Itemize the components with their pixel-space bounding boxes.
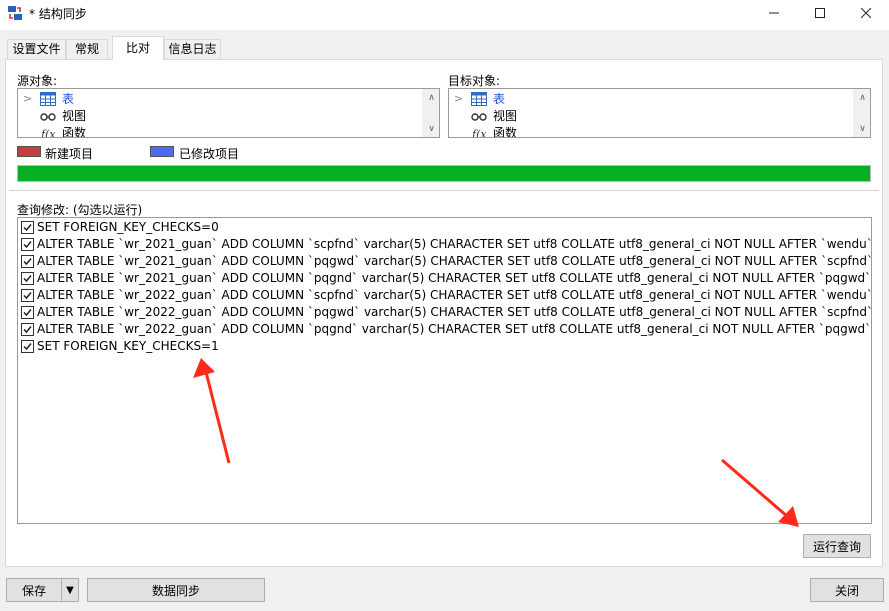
query-statement-list[interactable]: SET FOREIGN_KEY_CHECKS=0 ALTER TABLE `wr… [17,217,872,524]
query-row[interactable]: ALTER TABLE `wr_2021_guan` ADD COLUMN `p… [20,253,872,270]
title-bar: * 结构同步 [0,0,889,30]
source-item-tables[interactable]: > 表 [18,90,439,108]
checkmark-icon [23,326,32,334]
query-text: ALTER TABLE `wr_2022_guan` ADD COLUMN `p… [37,322,872,336]
save-button[interactable]: 保存 [6,578,62,602]
checkmark-icon [23,275,32,283]
source-item-functions[interactable]: f(x) 函数 [18,124,439,138]
query-checkbox[interactable] [21,272,34,285]
scroll-up-icon[interactable]: ∧ [423,89,439,106]
query-checkbox[interactable] [21,306,34,319]
target-item-views-label: 视图 [493,109,518,123]
tab-general[interactable]: 常规 [66,39,108,59]
query-checkbox[interactable] [21,289,34,302]
progress-bar [17,165,871,182]
view-icon [471,113,487,121]
target-item-functions[interactable]: f(x) 函数 [449,124,870,138]
checkmark-icon [23,292,32,300]
target-objects-label: 目标对象: [448,74,501,88]
tab-compare[interactable]: 比对 [112,36,164,60]
query-modify-label: 查询修改: (勾选以运行) [17,203,143,217]
source-objects-label: 源对象: [17,74,58,88]
structure-sync-app-icon [8,6,22,20]
minimize-button[interactable] [751,0,797,26]
query-checkbox[interactable] [21,323,34,336]
minimize-icon [769,12,779,14]
svg-text:f(x): f(x) [40,128,56,138]
maximize-button[interactable] [797,0,843,26]
source-item-views-label: 视图 [62,109,87,123]
query-row[interactable]: ALTER TABLE `wr_2021_guan` ADD COLUMN `s… [20,236,872,253]
source-item-functions-label: 函数 [62,126,87,138]
target-item-views[interactable]: 视图 [449,107,870,125]
new-item-legend-label: 新建项目 [45,147,94,161]
query-text: ALTER TABLE `wr_2021_guan` ADD COLUMN `p… [37,271,872,285]
scroll-down-icon[interactable]: ∨ [423,120,439,137]
source-scrollbar[interactable]: ∧ ∨ [422,89,439,137]
query-checkbox[interactable] [21,238,34,251]
checkmark-icon [23,309,32,317]
progress-fill [18,166,870,181]
svg-text:f(x): f(x) [471,128,487,138]
close-button[interactable]: 关闭 [810,578,884,602]
query-checkbox[interactable] [21,255,34,268]
query-row[interactable]: ALTER TABLE `wr_2022_guan` ADD COLUMN `p… [20,321,872,338]
checkmark-icon [23,258,32,266]
new-item-swatch [17,146,41,157]
query-text: SET FOREIGN_KEY_CHECKS=0 [37,220,219,234]
query-text: SET FOREIGN_KEY_CHECKS=1 [37,339,219,353]
query-checkbox[interactable] [21,221,34,234]
target-objects-tree[interactable]: > 表 视图 f(x) 函数 ∧ ∨ [448,88,871,138]
save-dropdown-button[interactable]: ▼ [61,578,79,602]
section-divider [9,190,879,192]
view-icon [40,113,56,121]
source-item-tables-label: 表 [62,92,75,106]
close-icon [861,8,871,18]
tab-info-log[interactable]: 信息日志 [164,39,221,59]
query-row[interactable]: SET FOREIGN_KEY_CHECKS=0 [20,219,870,236]
window-title: * 结构同步 [29,7,87,21]
chevron-right-icon[interactable]: > [454,90,463,108]
source-objects-tree[interactable]: > 表 视图 f(x) 函数 ∧ ∨ [17,88,440,138]
chevron-right-icon[interactable]: > [23,90,32,108]
checkmark-icon [23,343,32,351]
checkmark-icon [23,241,32,249]
function-icon: f(x) [40,128,56,138]
table-icon [40,92,56,106]
query-row[interactable]: ALTER TABLE `wr_2022_guan` ADD COLUMN `p… [20,304,872,321]
chevron-down-icon: ▼ [66,584,74,596]
target-scrollbar[interactable]: ∧ ∨ [853,89,870,137]
query-text: ALTER TABLE `wr_2021_guan` ADD COLUMN `s… [37,237,872,251]
run-query-button[interactable]: 运行查询 [803,534,871,558]
source-item-views[interactable]: 视图 [18,107,439,125]
query-text: ALTER TABLE `wr_2021_guan` ADD COLUMN `p… [37,254,872,268]
checkmark-icon [23,224,32,232]
scroll-down-icon[interactable]: ∨ [854,120,870,137]
query-text: ALTER TABLE `wr_2022_guan` ADD COLUMN `p… [37,305,872,319]
query-row[interactable]: SET FOREIGN_KEY_CHECKS=1 [20,338,870,355]
function-icon: f(x) [471,128,487,138]
query-text: ALTER TABLE `wr_2022_guan` ADD COLUMN `s… [37,288,872,302]
data-sync-button[interactable]: 数据同步 [87,578,265,602]
modified-item-legend-label: 已修改项目 [179,147,240,161]
target-item-tables[interactable]: > 表 [449,90,870,108]
target-item-tables-label: 表 [493,92,506,106]
target-item-functions-label: 函数 [493,126,518,138]
tab-settings-file[interactable]: 设置文件 [7,39,66,59]
query-row[interactable]: ALTER TABLE `wr_2021_guan` ADD COLUMN `p… [20,270,872,287]
modified-item-swatch [150,146,174,157]
query-row[interactable]: ALTER TABLE `wr_2022_guan` ADD COLUMN `s… [20,287,872,304]
query-checkbox[interactable] [21,340,34,353]
maximize-icon [815,8,825,18]
table-icon [471,92,487,106]
scroll-up-icon[interactable]: ∧ [854,89,870,106]
close-window-button[interactable] [843,0,889,26]
